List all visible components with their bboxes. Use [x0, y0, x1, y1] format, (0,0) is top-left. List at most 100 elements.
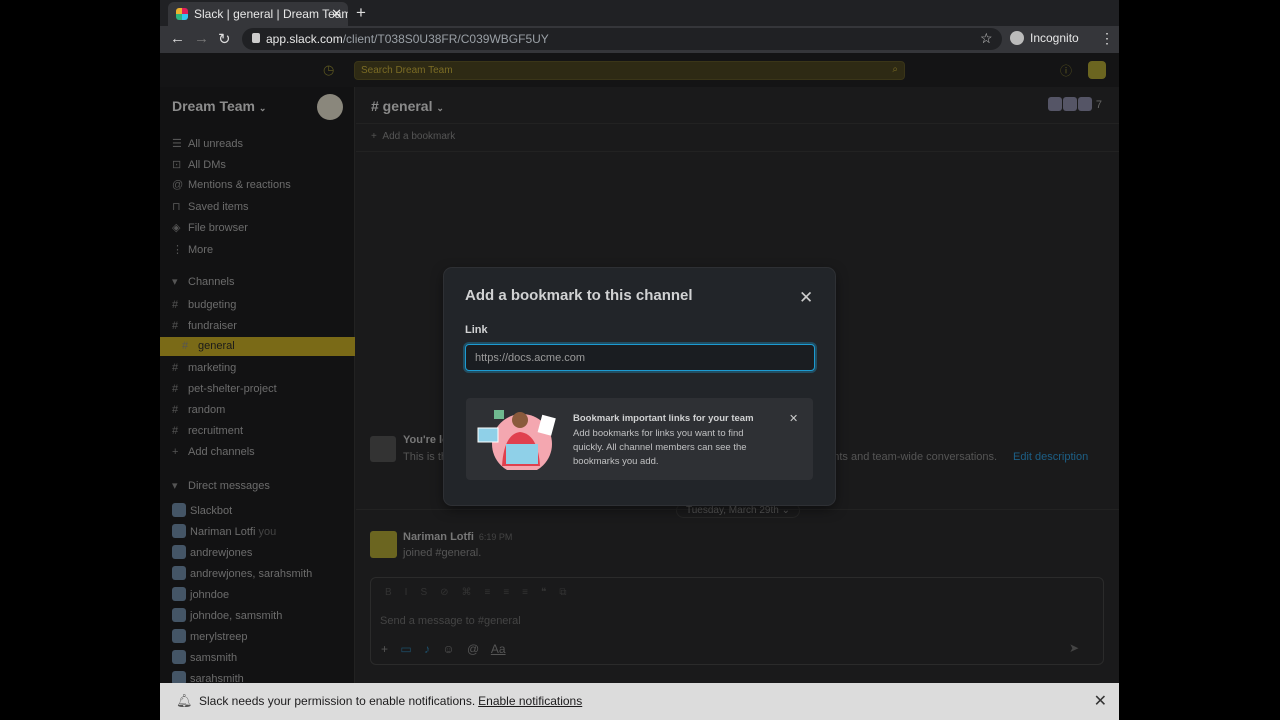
- tab-title: Slack | general | Dream Team: [194, 7, 348, 21]
- url-host: app.slack.com: [266, 32, 343, 46]
- channel-name: # general: [371, 98, 433, 114]
- slack-favicon-icon: [176, 8, 188, 20]
- reload-icon[interactable]: ↻: [218, 30, 231, 48]
- sidebar-nav-item[interactable]: ⋮ More: [172, 243, 213, 256]
- nav-label: Saved items: [188, 201, 249, 213]
- date-divider[interactable]: Tuesday, March 29th ⌄: [676, 503, 800, 518]
- mic-icon[interactable]: ♪: [424, 642, 430, 656]
- bookmark-illustration: [477, 410, 556, 470]
- nav-label: Mentions & reactions: [188, 179, 291, 191]
- channel-title[interactable]: # general ⌄: [371, 98, 444, 114]
- modal-title: Add a bookmark to this channel: [465, 287, 693, 304]
- member-count: 7: [1095, 99, 1102, 111]
- sidebar-channel[interactable]: # recruitment: [172, 425, 243, 437]
- video-icon[interactable]: ▭: [400, 642, 411, 656]
- dm-label: johndoe: [190, 589, 230, 601]
- compose-button[interactable]: [317, 94, 343, 120]
- message-time[interactable]: 6:19 PM: [479, 532, 513, 542]
- channels-section-header[interactable]: ▾ Channels: [172, 275, 234, 288]
- forward-icon[interactable]: →: [194, 30, 209, 47]
- sidebar-channel[interactable]: # budgeting: [172, 299, 236, 311]
- sidebar-dm[interactable]: samsmith: [172, 650, 237, 664]
- history-icon[interactable]: ◷: [323, 62, 334, 78]
- hash-icon: #: [172, 362, 179, 374]
- dm-avatar: [172, 566, 186, 580]
- sidebar-dm[interactable]: Slackbot: [172, 503, 232, 517]
- channel-label: random: [188, 404, 226, 416]
- add-bookmark-modal: Add a bookmark to this channel ✕ Link Bo…: [444, 268, 835, 505]
- sidebar-channel[interactable]: # random: [172, 404, 225, 416]
- workspace-label: Dream Team: [172, 98, 256, 114]
- dismiss-tip-icon[interactable]: ✕: [789, 412, 798, 425]
- add-channels-button[interactable]: + Add channels: [172, 446, 255, 458]
- sidebar-channel[interactable]: # fundraiser: [172, 320, 237, 332]
- message-author[interactable]: Nariman Lotfi 6:19 PM: [403, 531, 512, 543]
- send-icon[interactable]: ➤: [1069, 641, 1079, 655]
- composer-placeholder: Send a message to #general: [380, 615, 521, 627]
- nav-icon: ⋮: [172, 244, 183, 256]
- channel-label: budgeting: [188, 299, 237, 311]
- help-icon[interactable]: ⓘ: [1060, 62, 1072, 79]
- sidebar-dm[interactable]: andrewjones: [172, 545, 252, 559]
- intro-title: You're lo: [403, 434, 449, 446]
- message-avatar[interactable]: [370, 531, 397, 558]
- url-path: /client/T038S0U38FR/C039WBGF5UY: [342, 32, 549, 46]
- sidebar-nav-item[interactable]: ◈ File browser: [172, 221, 248, 234]
- sidebar-dm[interactable]: johndoe: [172, 587, 229, 601]
- edit-description-link[interactable]: Edit description: [1013, 451, 1088, 463]
- sidebar-dm[interactable]: johndoe, samsmith: [172, 608, 282, 622]
- bell-icon: 🔔︎: [176, 693, 193, 708]
- lock-icon: [252, 33, 260, 43]
- channel-label: fundraiser: [188, 320, 237, 332]
- enable-notifications-link[interactable]: Enable notifications: [478, 694, 582, 708]
- sidebar: Dream Team ⌄ ☰ All unreads ⊡ All DMs @ Mentio…: [160, 87, 355, 687]
- sidebar-dm[interactable]: merylstreep: [172, 629, 247, 643]
- back-icon[interactable]: ←: [170, 30, 185, 47]
- slack-top-bar: ◷ Search Dream Team ⌕ ⓘ: [160, 53, 1119, 87]
- mention-icon[interactable]: @: [467, 642, 479, 656]
- megaphone-icon: [370, 436, 396, 462]
- section-label: Direct messages: [188, 480, 270, 492]
- close-banner-icon[interactable]: ✕: [1094, 691, 1107, 711]
- message-composer[interactable]: BIS⊘⌘≡≡≡❝⧉ Send a message to #general + …: [370, 577, 1104, 665]
- add-bookmark-button[interactable]: + Add a bookmark: [371, 131, 455, 142]
- sidebar-channel[interactable]: # pet-shelter-project: [172, 383, 277, 395]
- bookmark-star-icon[interactable]: ☆: [980, 30, 993, 47]
- dm-avatar: [172, 545, 186, 559]
- hash-icon: #: [172, 383, 179, 395]
- emoji-icon[interactable]: ☺: [442, 642, 454, 656]
- sidebar-nav-item[interactable]: ⊡ All DMs: [172, 158, 226, 171]
- close-modal-icon[interactable]: ✕: [799, 288, 813, 308]
- attach-icon[interactable]: +: [381, 642, 388, 656]
- hash-icon: #: [172, 299, 179, 311]
- browser-tab[interactable]: Slack | general | Dream Team ✕: [168, 2, 348, 26]
- sidebar-channel[interactable]: # general: [160, 337, 355, 356]
- workspace-name[interactable]: Dream Team ⌄: [172, 98, 266, 114]
- browser-menu-icon[interactable]: ⋮: [1100, 30, 1114, 47]
- sidebar-dm[interactable]: andrewjones, sarahsmith: [172, 566, 312, 580]
- sidebar-dm[interactable]: Nariman Lotfi you: [172, 524, 276, 538]
- nav-label: File browser: [188, 222, 248, 234]
- sidebar-nav-item[interactable]: @ Mentions & reactions: [172, 179, 291, 191]
- new-tab-button[interactable]: +: [356, 3, 366, 23]
- dm-avatar: [172, 503, 186, 517]
- url-bar[interactable]: app.slack.com/client/T038S0U38FR/C039WBG…: [242, 28, 1002, 50]
- member-list-button[interactable]: 7: [1047, 97, 1102, 111]
- dm-section-header[interactable]: ▾ Direct messages: [172, 479, 270, 492]
- user-avatar[interactable]: [1088, 61, 1106, 79]
- hash-icon: #: [182, 340, 189, 352]
- sidebar-nav-item[interactable]: ☰ All unreads: [172, 137, 243, 150]
- search-input[interactable]: Search Dream Team ⌕: [354, 61, 905, 80]
- divider: [356, 151, 1119, 152]
- format-toggle-icon[interactable]: Aa: [491, 642, 506, 656]
- nav-icon: ☰: [172, 138, 182, 150]
- sidebar-nav-item[interactable]: ⊓ Saved items: [172, 200, 249, 213]
- search-icon: ⌕: [892, 64, 898, 75]
- nav-label: All DMs: [188, 159, 226, 171]
- incognito-badge[interactable]: Incognito: [1010, 31, 1079, 45]
- link-input[interactable]: [465, 344, 815, 371]
- tab-bar: Slack | general | Dream Team ✕ +: [160, 0, 1119, 26]
- dm-avatar: [172, 629, 186, 643]
- close-tab-icon[interactable]: ✕: [331, 6, 342, 22]
- sidebar-channel[interactable]: # marketing: [172, 362, 236, 374]
